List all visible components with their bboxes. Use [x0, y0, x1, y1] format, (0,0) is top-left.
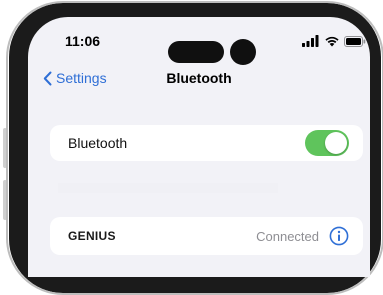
bluetooth-setting-row: Bluetooth	[50, 125, 363, 161]
battery-icon	[344, 35, 366, 47]
volume-up-button	[3, 128, 7, 168]
page-title: Bluetooth	[166, 70, 232, 86]
phone-body: 11:06 Settings Bluetooth Bluetooth GENIU…	[6, 1, 383, 295]
signal-icon	[302, 35, 319, 47]
device-frame: 11:06 Settings Bluetooth Bluetooth GENIU…	[0, 0, 383, 295]
screen: 11:06 Settings Bluetooth Bluetooth GENIU…	[28, 17, 370, 277]
section-spacer	[58, 183, 278, 193]
wifi-icon	[325, 36, 339, 47]
info-icon[interactable]	[329, 226, 349, 246]
volume-down-button	[3, 180, 7, 220]
toggle-knob	[325, 132, 347, 154]
dynamic-island	[168, 41, 224, 63]
status-time: 11:06	[65, 33, 101, 49]
device-status: Connected	[256, 228, 319, 244]
front-camera	[230, 39, 256, 65]
bluetooth-row-label: Bluetooth	[68, 135, 128, 151]
bluetooth-toggle[interactable]	[305, 130, 349, 156]
device-name: GENIUS	[68, 229, 116, 243]
status-icons	[302, 34, 366, 48]
device-row[interactable]: GENIUS Connected	[50, 217, 363, 255]
